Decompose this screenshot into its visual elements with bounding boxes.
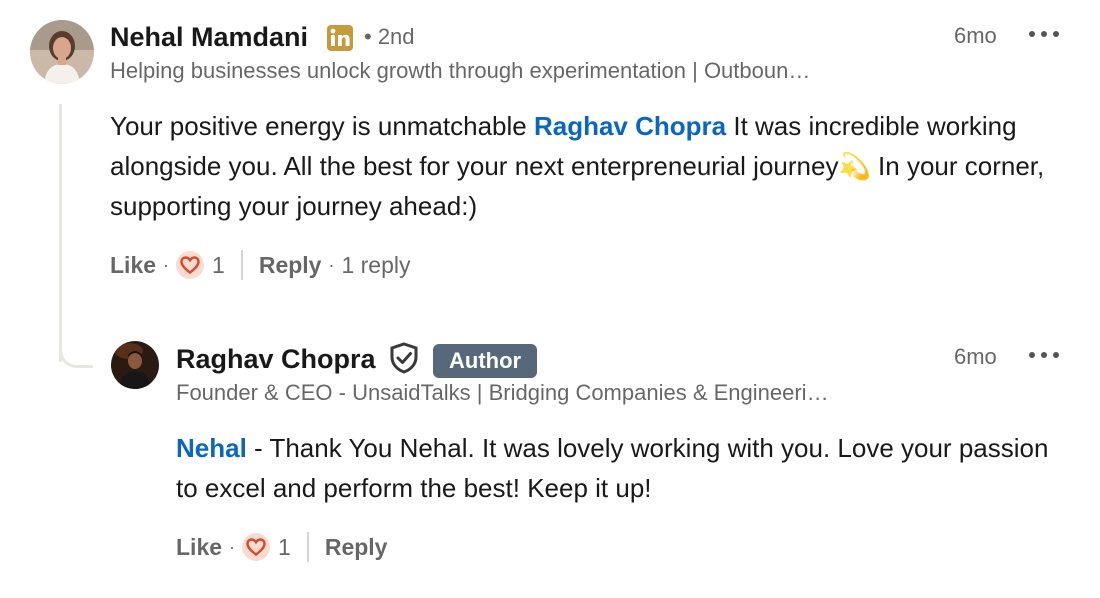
author-headline: Founder & CEO - UnsaidTalks | Bridging C… (176, 380, 829, 405)
mention-link[interactable]: Raghav Chopra (534, 111, 726, 141)
author-name[interactable]: Nehal Mamdani (110, 22, 308, 53)
thread-connector-line (59, 104, 62, 362)
verified-shield-icon (389, 342, 419, 379)
like-button[interactable]: Like (176, 534, 222, 561)
linkedin-premium-icon (326, 24, 354, 57)
thread-connector-curve (59, 330, 93, 368)
mention-link[interactable]: Nehal (176, 433, 247, 463)
connection-degree: • 2nd (364, 24, 415, 49)
comment-text-part1: Your positive energy is unmatchable (110, 111, 534, 141)
comment-text: Your positive energy is unmatchable Ragh… (110, 106, 1070, 226)
avatar[interactable] (30, 20, 94, 84)
reply-button[interactable]: Reply (325, 534, 388, 561)
separator-dot: · (163, 254, 170, 275)
reaction-count[interactable]: 1 (212, 252, 225, 279)
reply-text-body: - Thank You Nehal. It was lovely working… (176, 433, 1049, 503)
avatar[interactable] (111, 341, 159, 389)
author-badge: Author (433, 344, 538, 378)
comment-actions: Like · 1 Reply · 1 reply (110, 250, 411, 280)
author-name[interactable]: Raghav Chopra (176, 344, 376, 375)
reply-text: Nehal - Thank You Nehal. It was lovely w… (176, 428, 1056, 508)
more-options-icon[interactable] (1029, 350, 1059, 360)
heart-reaction-icon[interactable] (176, 251, 205, 279)
like-button[interactable]: Like (110, 252, 156, 279)
separator-dot: · (328, 254, 335, 275)
replies-count[interactable]: 1 reply (341, 252, 410, 279)
separator-dot: · (229, 536, 236, 557)
author-headline: Helping businesses unlock growth through… (110, 58, 811, 83)
reaction-count[interactable]: 1 (278, 534, 291, 561)
reply-button[interactable]: Reply (259, 252, 322, 279)
comment-timestamp: 6mo (954, 23, 997, 48)
reply-actions: Like · 1 Reply (176, 532, 387, 562)
reply-timestamp: 6mo (954, 344, 997, 369)
more-options-icon[interactable] (1029, 29, 1059, 39)
divider (306, 532, 309, 562)
heart-reaction-icon[interactable] (242, 533, 271, 561)
divider (240, 250, 243, 280)
